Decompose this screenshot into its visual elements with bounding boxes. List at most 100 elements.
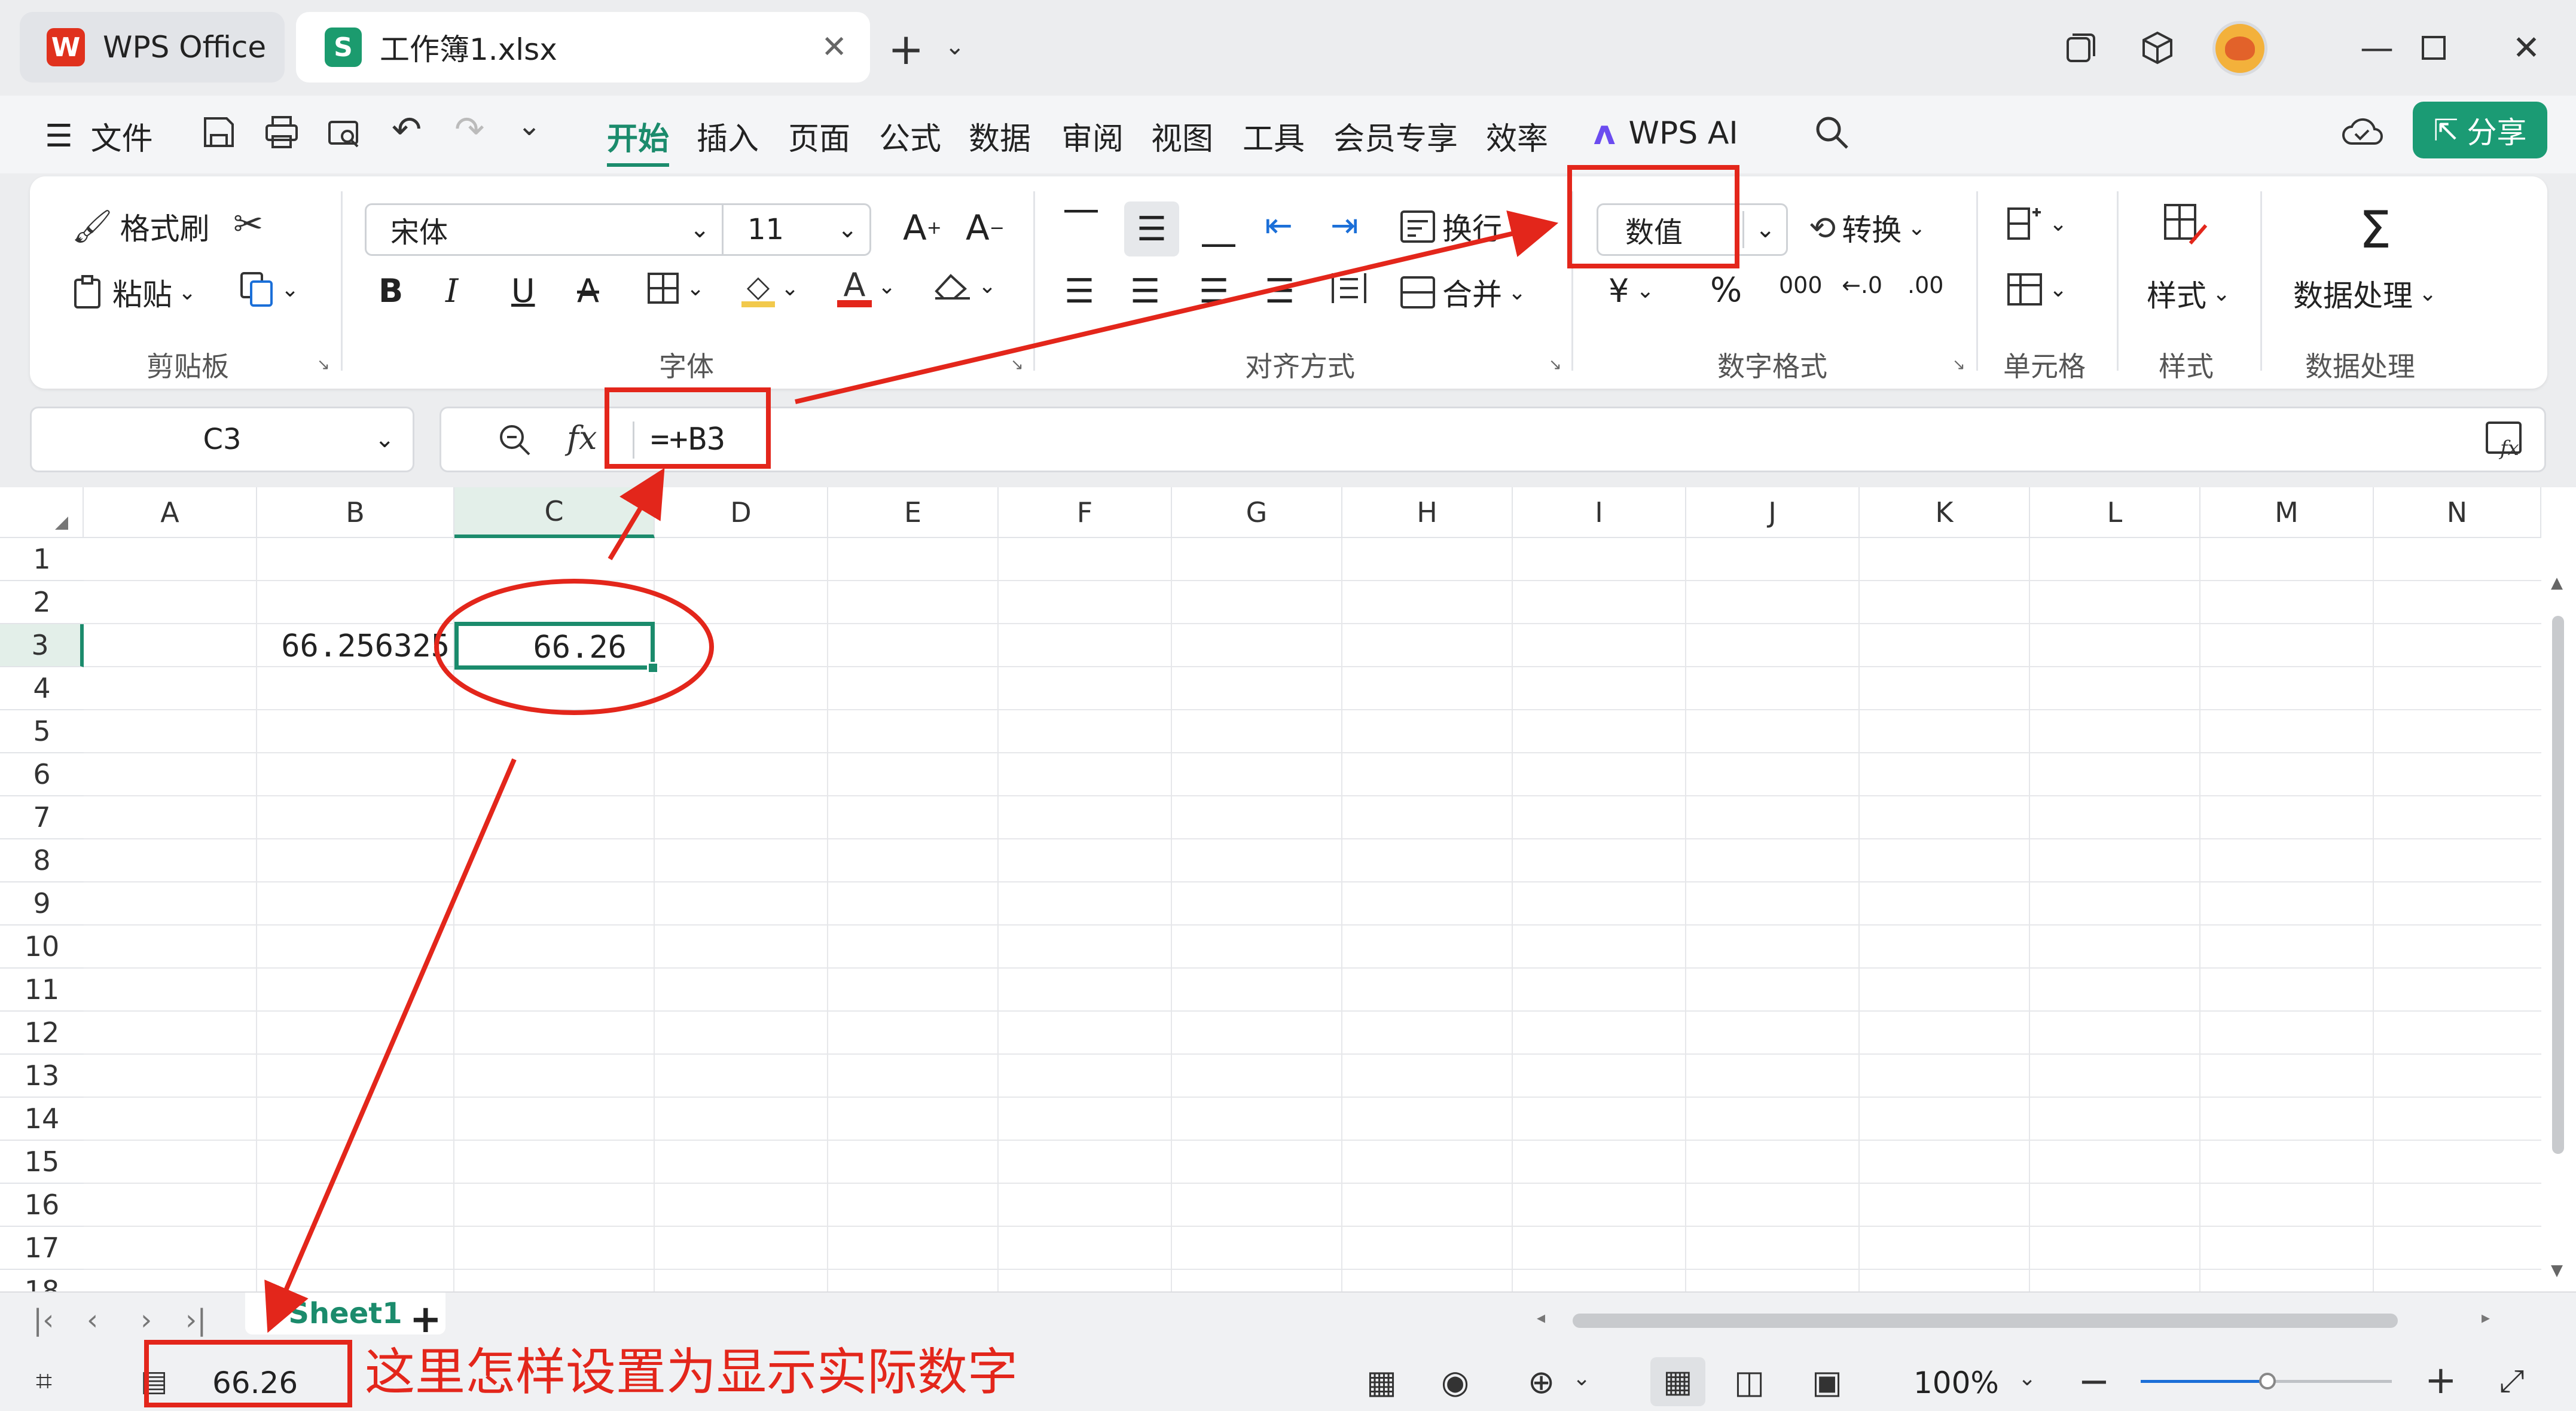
maximize-icon[interactable]	[2410, 24, 2458, 72]
first-sheet-icon[interactable]: |‹	[33, 1303, 54, 1337]
shrink-font-button[interactable]: A −	[966, 207, 1005, 248]
column-header-d[interactable]: D	[655, 487, 828, 538]
menu-tab-review[interactable]: 审阅	[1061, 114, 1124, 158]
zoom-chevron-icon[interactable]: ⌄	[2018, 1366, 2036, 1391]
view-mode-chevron-icon[interactable]: ⌄	[1573, 1366, 1591, 1391]
fill-color-button[interactable]: ◇ ⌄	[741, 269, 799, 307]
clear-format-button[interactable]: ⌄	[933, 271, 996, 301]
search-icon[interactable]	[1812, 112, 1851, 154]
cloud-sync-icon[interactable]	[2341, 114, 2383, 152]
row-header-15[interactable]: 15	[0, 1141, 84, 1184]
name-box[interactable]: C3 ⌄	[30, 407, 414, 472]
cell-c3-selected[interactable]: 66.26	[454, 622, 659, 674]
decrease-indent-button[interactable]: ⇤	[1265, 206, 1293, 245]
vertical-scrollbar[interactable]: ▲ ▼	[2541, 538, 2576, 1291]
number-expand-icon[interactable]: ↘	[1952, 356, 1965, 374]
macro-record-icon[interactable]: ⌗	[36, 1364, 52, 1398]
align-bottom-button[interactable]: ⎽	[1202, 209, 1235, 249]
name-box-chevron-icon[interactable]: ⌄	[374, 426, 395, 453]
close-tab-icon[interactable]: ✕	[821, 29, 847, 65]
insert-cells-button[interactable]: ⌄	[2006, 206, 2067, 241]
print-preview-icon[interactable]	[326, 114, 363, 153]
wps-ai-button[interactable]: ʌ WPS AI	[1594, 114, 1738, 152]
copy-button[interactable]: ⌄	[239, 271, 299, 308]
decrease-decimal-button[interactable]: .00	[1907, 272, 1943, 298]
percent-button[interactable]: %	[1710, 271, 1742, 310]
menu-tab-tools[interactable]: 工具	[1243, 114, 1305, 158]
sum-icon-button[interactable]: Σ	[2359, 200, 2391, 260]
row-header-6[interactable]: 6	[0, 753, 84, 796]
column-header-l[interactable]: L	[2030, 487, 2200, 538]
column-header-c[interactable]: C	[454, 487, 655, 538]
menu-tab-page[interactable]: 页面	[788, 114, 850, 158]
merge-button[interactable]: 合并 ⌄	[1399, 271, 1526, 314]
menu-tab-view[interactable]: 视图	[1151, 114, 1213, 158]
row-header-3[interactable]: 3	[0, 624, 84, 667]
font-expand-icon[interactable]: ↘	[1011, 356, 1024, 374]
print-icon[interactable]	[263, 114, 300, 153]
row-header-14[interactable]: 14	[0, 1098, 84, 1141]
prev-sheet-icon[interactable]: ‹	[87, 1303, 98, 1337]
bold-button[interactable]: B	[379, 272, 403, 310]
row-header-1[interactable]: 1	[0, 538, 84, 581]
convert-button[interactable]: ⟲ 转换 ⌄	[1809, 206, 1925, 249]
column-header-m[interactable]: M	[2200, 487, 2374, 538]
row-header-10[interactable]: 10	[0, 926, 84, 969]
zoom-slider[interactable]	[2141, 1373, 2392, 1389]
fullscreen-icon[interactable]: ⤢	[2499, 1363, 2525, 1400]
menu-tab-efficiency[interactable]: 效率	[1486, 114, 1548, 158]
minimize-icon[interactable]: —	[2353, 24, 2401, 72]
undo-icon[interactable]: ↶	[392, 109, 422, 151]
cells-format-button[interactable]: ⌄	[2006, 272, 2067, 307]
border-button[interactable]: ⌄	[646, 271, 704, 306]
wrap-text-button[interactable]: 换行	[1399, 205, 1502, 248]
align-expand-icon[interactable]: ↘	[1549, 356, 1562, 374]
page-break-view-icon[interactable]: ◫	[1734, 1363, 1765, 1401]
menu-tab-insert[interactable]: 插入	[697, 114, 759, 158]
more-chevron-icon[interactable]: ⌄	[517, 109, 541, 142]
row-header-17[interactable]: 17	[0, 1227, 84, 1270]
align-right-button[interactable]: ☰	[1199, 272, 1229, 311]
align-left-button[interactable]: ☰	[1064, 272, 1094, 311]
row-header-8[interactable]: 8	[0, 839, 84, 882]
next-sheet-icon[interactable]: ›	[141, 1303, 152, 1337]
row-header-13[interactable]: 13	[0, 1055, 84, 1098]
column-header-h[interactable]: H	[1342, 487, 1513, 538]
distributed-button[interactable]	[1330, 271, 1368, 306]
cube-icon[interactable]	[2134, 24, 2181, 72]
column-header-i[interactable]: I	[1513, 487, 1686, 538]
menu-tab-home[interactable]: 开始	[607, 114, 670, 167]
align-center-button[interactable]: ☰	[1130, 272, 1160, 311]
horizontal-scroll-thumb[interactable]	[1573, 1314, 2398, 1328]
fx-icon[interactable]: fx	[567, 419, 597, 457]
justify-button[interactable]: ☰	[1265, 272, 1295, 311]
column-header-k[interactable]: K	[1860, 487, 2030, 538]
tab-workbook[interactable]: S 工作簿1.xlsx ✕	[296, 12, 870, 83]
column-header-f[interactable]: F	[999, 487, 1172, 538]
paste-button[interactable]: 粘贴 ⌄	[72, 271, 196, 314]
column-header-e[interactable]: E	[828, 487, 999, 538]
column-header-b[interactable]: B	[257, 487, 454, 538]
reading-view-icon[interactable]: ▣	[1812, 1363, 1842, 1401]
function-wizard-icon[interactable]: fx	[2485, 420, 2526, 462]
row-header-2[interactable]: 2	[0, 581, 84, 624]
zoom-level[interactable]: 100%	[1913, 1366, 1999, 1400]
column-header-j[interactable]: J	[1686, 487, 1860, 538]
increase-indent-button[interactable]: ⇥	[1330, 206, 1359, 245]
eye-protect-icon[interactable]: ◉	[1441, 1363, 1469, 1401]
column-header-n[interactable]: N	[2374, 487, 2541, 538]
zoom-slider-thumb[interactable]	[2259, 1373, 2276, 1389]
row-header-9[interactable]: 9	[0, 882, 84, 926]
row-header-7[interactable]: 7	[0, 796, 84, 839]
avatar[interactable]	[2212, 21, 2267, 76]
scroll-up-icon[interactable]: ▲	[2551, 574, 2563, 592]
normal-view-button[interactable]: ▦	[1650, 1357, 1705, 1406]
share-button[interactable]: ⇱ 分享	[2413, 102, 2547, 158]
formula-input[interactable]: =+B3	[651, 422, 725, 457]
close-window-icon[interactable]: ✕	[2502, 24, 2550, 72]
align-middle-button[interactable]: ☰	[1124, 201, 1179, 256]
grow-font-button[interactable]: A +	[903, 207, 942, 248]
tab-list-chevron-icon[interactable]: ⌄	[945, 33, 965, 60]
vertical-scroll-thumb[interactable]	[2552, 616, 2564, 1154]
style-button[interactable]: 样式 ⌄	[2147, 272, 2230, 315]
